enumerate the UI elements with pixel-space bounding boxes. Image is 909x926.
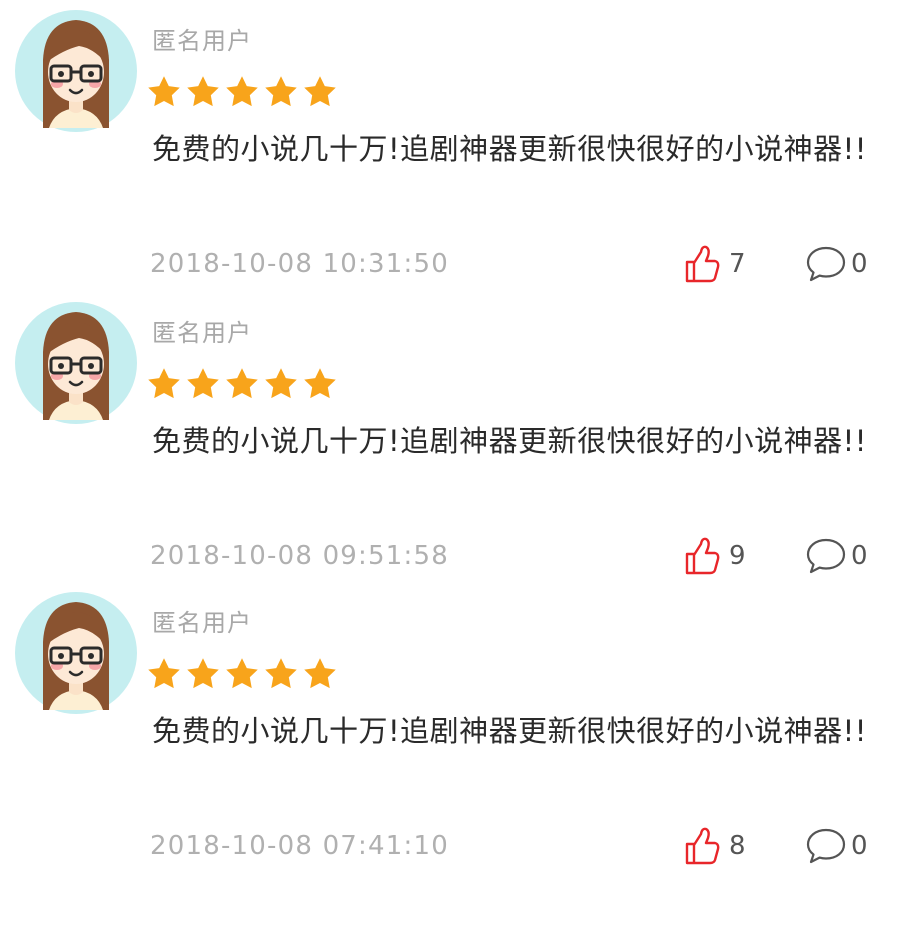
like-button[interactable]: 7 (684, 240, 746, 288)
rating-stars (146, 656, 341, 696)
review-item: 匿名用户 免费的小说几十万!追剧神器更新很快很好的小说神器!! 2018-10-… (0, 292, 909, 582)
speech-bubble-icon (806, 246, 846, 282)
comment-text: 免费的小说几十万!追剧神器更新很快很好的小说神器!! (152, 132, 867, 166)
reply-button[interactable]: 0 (805, 822, 868, 870)
star-icon (148, 76, 180, 107)
thumbs-up-icon (685, 827, 720, 865)
speech-bubble-icon (806, 538, 846, 574)
star-icon (187, 368, 219, 399)
speech-bubble-icon (806, 828, 846, 864)
rating-stars (146, 366, 341, 406)
reply-count: 0 (851, 541, 868, 571)
rating-stars (146, 74, 341, 114)
review-item: 匿名用户 免费的小说几十万!追剧神器更新很快很好的小说神器!! 2018-10-… (0, 582, 909, 872)
star-icon (187, 658, 219, 689)
reply-count: 0 (851, 249, 868, 279)
avatar[interactable] (15, 302, 137, 424)
timestamp: 2018-10-08 10:31:50 (150, 249, 449, 279)
avatar[interactable] (15, 592, 137, 714)
star-icon (226, 658, 258, 689)
avatar[interactable] (15, 10, 137, 132)
star-icon (226, 76, 258, 107)
comment-text: 免费的小说几十万!追剧神器更新很快很好的小说神器!! (152, 714, 867, 748)
star-icon (304, 658, 336, 689)
like-count: 8 (729, 831, 746, 861)
thumbs-up-icon (685, 245, 720, 283)
like-button[interactable]: 9 (684, 532, 746, 580)
username: 匿名用户 (152, 609, 252, 637)
reply-button[interactable]: 0 (805, 532, 868, 580)
star-icon (265, 658, 297, 689)
star-icon (148, 368, 180, 399)
username: 匿名用户 (152, 27, 252, 55)
like-count: 9 (729, 541, 746, 571)
star-icon (265, 76, 297, 107)
timestamp: 2018-10-08 09:51:58 (150, 541, 449, 571)
reply-button[interactable]: 0 (805, 240, 868, 288)
timestamp: 2018-10-08 07:41:10 (150, 831, 449, 861)
star-icon (304, 368, 336, 399)
star-icon (226, 368, 258, 399)
star-icon (187, 76, 219, 107)
star-icon (148, 658, 180, 689)
reply-count: 0 (851, 831, 868, 861)
star-icon (304, 76, 336, 107)
like-button[interactable]: 8 (684, 822, 746, 870)
star-icon (265, 368, 297, 399)
comment-text: 免费的小说几十万!追剧神器更新很快很好的小说神器!! (152, 424, 867, 458)
review-item: 匿名用户 免费的小说几十万!追剧神器更新很快很好的小说神器!! 2018-10-… (0, 0, 909, 290)
username: 匿名用户 (152, 319, 252, 347)
like-count: 7 (729, 249, 746, 279)
thumbs-up-icon (685, 537, 720, 575)
